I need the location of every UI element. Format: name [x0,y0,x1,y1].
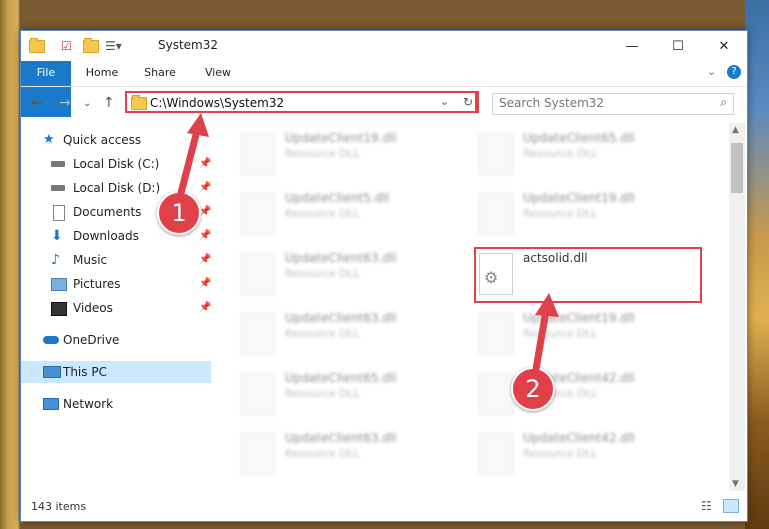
new-folder-icon[interactable] [83,37,99,54]
file-item[interactable]: UpdateClient19.dll Resource DLL [221,127,441,183]
file-item[interactable]: UpdateClient63.dll Resource DLL [221,247,441,303]
pictures-icon [51,278,67,291]
up-button[interactable]: ↑ [103,95,115,111]
file-highlight-box [474,247,702,303]
dll-file-icon [241,193,275,235]
ribbon-tabs: File Home Share View ⌄ ? [21,61,747,117]
properties-icon[interactable]: ☑ [61,38,72,54]
tab-share[interactable]: Share [139,61,181,85]
annotation-arrow-2 [531,293,559,379]
window-title: System32 [158,38,219,52]
scrollbar-thumb[interactable] [731,143,743,193]
status-bar: 143 items ☷ [21,493,747,521]
file-item[interactable]: UpdateClient65.dll Resource DLL [221,367,441,423]
file-item[interactable]: UpdateClient63.dll Resource DLL [221,307,441,363]
dll-file-icon [479,433,513,475]
file-item[interactable]: UpdateClient5.dll Resource DLL [221,187,441,243]
sidebar-item-music[interactable]: ♪ Music 📌 [21,249,211,271]
explorer-window: ☑ ☰▾ System32 — ☐ ✕ File Home Share View… [20,30,748,522]
help-icon[interactable]: ? [727,65,741,79]
close-button[interactable]: ✕ [701,31,747,61]
sidebar-item-pictures[interactable]: Pictures 📌 [21,273,211,295]
desktop-background [745,0,769,529]
pin-icon[interactable]: 📌 [199,225,211,247]
search-input[interactable]: Search System32 ⌕ [492,93,734,115]
scroll-up-icon[interactable]: ▲ [732,125,739,135]
tab-view[interactable]: View [197,61,239,85]
vertical-scrollbar[interactable]: ▲ ▼ [729,123,745,491]
music-icon: ♪ [51,252,60,268]
file-item[interactable]: UpdateClient65.dll Resource DLL [459,127,679,183]
sidebar-item-this-pc[interactable]: This PC [21,361,211,383]
dll-file-icon [479,373,513,415]
annotation-arrow-1 [177,113,209,197]
item-count: 143 items [31,500,87,513]
pin-icon[interactable]: 📌 [199,249,211,271]
file-item[interactable]: UpdateClient42.dll Resource DLL [459,367,679,423]
sidebar-item-videos[interactable]: Videos 📌 [21,297,211,319]
pc-icon [43,366,61,378]
network-icon [43,398,59,410]
back-button[interactable]: ← [31,95,43,111]
forward-button[interactable]: → [59,95,71,111]
search-icon: ⌕ [720,95,727,109]
folder-icon [29,37,45,54]
file-item[interactable]: UpdateClient19.dll Resource DLL [459,307,679,363]
pin-icon[interactable]: 📌 [199,297,211,319]
recent-locations-icon[interactable]: ⌄ [83,98,91,109]
minimize-button[interactable]: — [609,31,655,61]
dll-file-icon [241,313,275,355]
dll-file-icon [479,133,513,175]
dll-file-icon [241,133,275,175]
dll-file-icon [241,253,275,295]
navigation-bar: ← → ⌄ ↑ C:\Windows\System32 ⌄ ↻ Search S… [21,86,747,121]
file-item[interactable]: UpdateClient42.dll Resource DLL [459,427,679,483]
downloads-icon: ⬇ [51,228,63,244]
sidebar-item-network[interactable]: Network [21,393,211,415]
dll-file-icon [241,373,275,415]
maximize-button[interactable]: ☐ [655,31,701,61]
folder-icon [131,95,147,110]
title-bar: ☑ ☰▾ System32 — ☐ ✕ [21,31,747,61]
drive-icon [51,161,65,167]
scroll-down-icon[interactable]: ▼ [732,479,739,489]
file-item[interactable]: UpdateClient19.dll Resource DLL [459,187,679,243]
tab-home[interactable]: Home [81,61,123,85]
sidebar-item-onedrive[interactable]: OneDrive [21,329,211,351]
dll-file-icon [241,433,275,475]
refresh-button[interactable]: ↻ [459,91,479,113]
search-placeholder: Search System32 [499,96,605,110]
dll-file-icon [479,193,513,235]
large-icons-view-icon[interactable] [723,499,739,513]
cloud-icon [43,336,59,344]
address-dropdown-icon[interactable]: ⌄ [440,95,449,108]
customize-qa-icon[interactable]: ☰▾ [105,38,122,54]
videos-icon [51,302,67,316]
drive-icon [51,185,65,191]
address-bar[interactable]: C:\Windows\System32 ⌄ [125,91,477,113]
address-path: C:\Windows\System32 [150,96,285,110]
expand-ribbon-icon[interactable]: ⌄ [707,65,716,78]
documents-icon [53,205,65,221]
pin-icon[interactable]: 📌 [199,273,211,295]
details-view-icon[interactable]: ☷ [701,499,712,513]
file-list: UpdateClient19.dll Resource DLL UpdateCli… [221,123,729,487]
dll-file-icon [479,313,513,355]
file-item[interactable]: UpdateClient63.dll Resource DLL [221,427,441,483]
star-icon: ★ [43,132,55,147]
